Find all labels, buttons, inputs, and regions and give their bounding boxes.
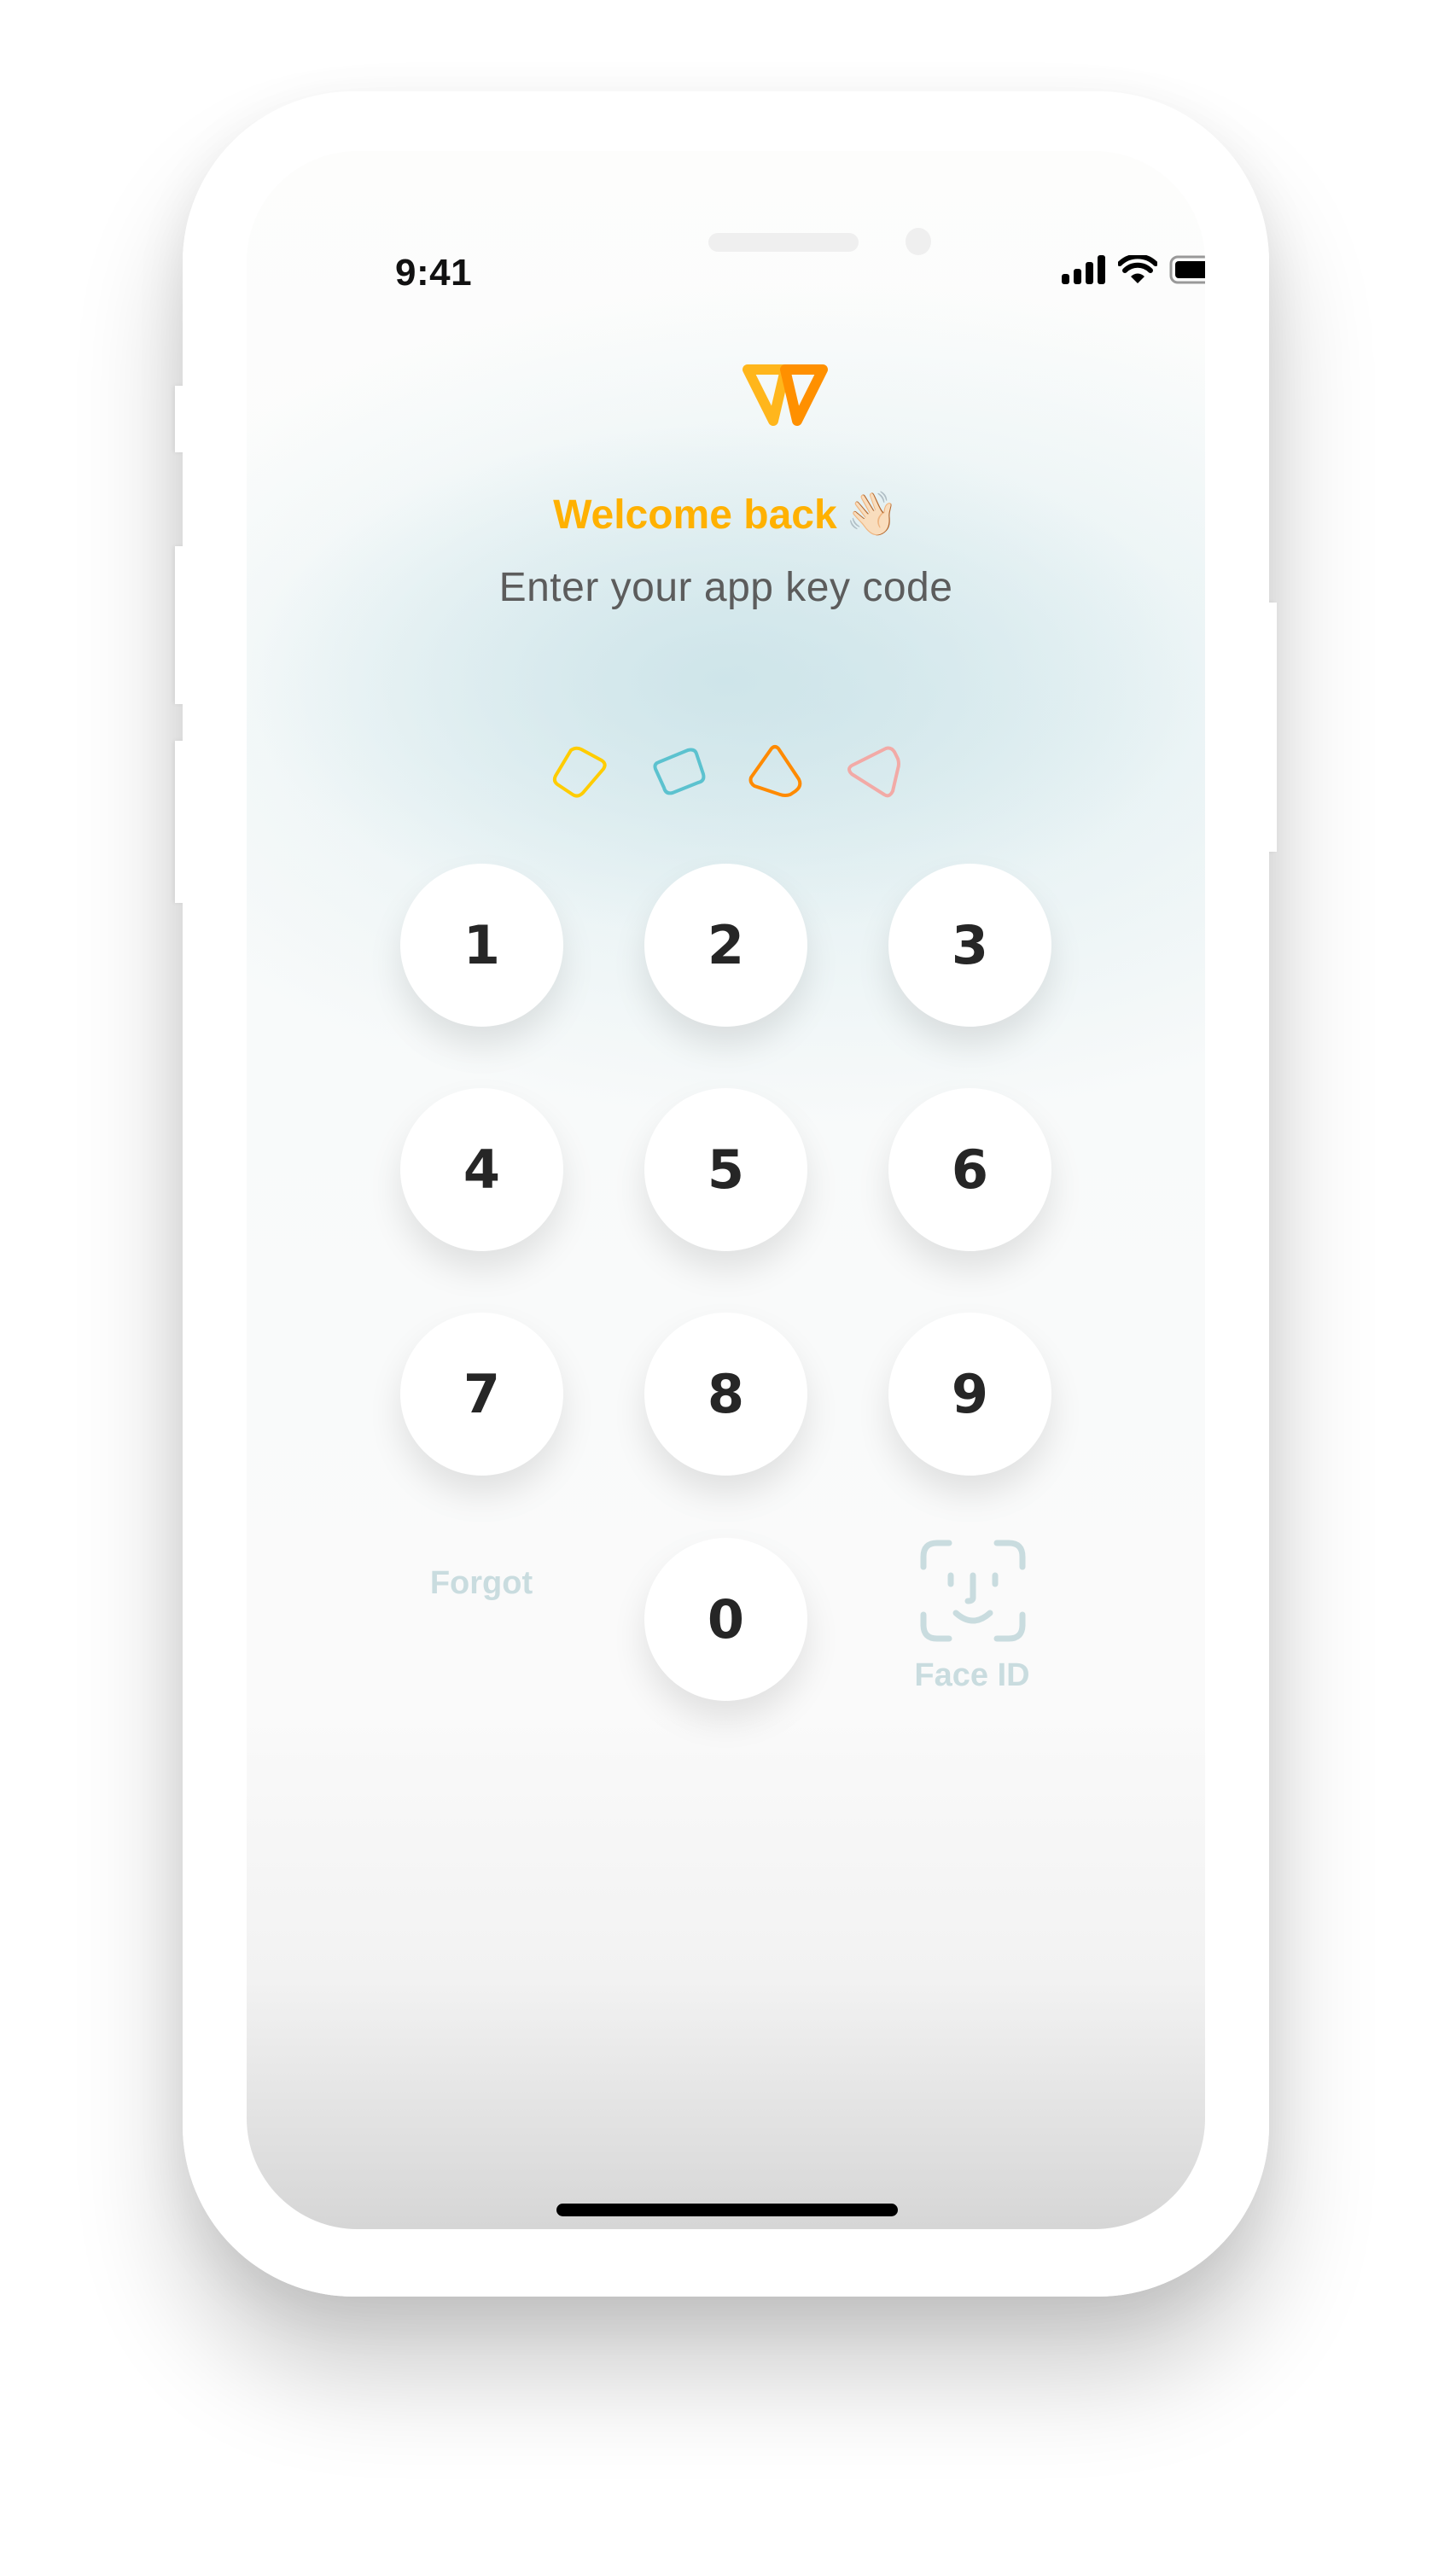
key-label: 2 — [707, 914, 745, 976]
key-label: 0 — [707, 1588, 745, 1651]
welcome-text: Welcome back — [553, 492, 837, 538]
speaker-grille — [708, 233, 859, 252]
welcome-heading: Welcome back 👋🏻 — [247, 489, 1205, 539]
status-icons — [1062, 255, 1205, 284]
key-9[interactable]: 9 — [888, 1313, 1051, 1476]
forgot-button[interactable]: Forgot — [396, 1565, 567, 1602]
code-dot-4 — [847, 746, 900, 798]
key-6[interactable]: 6 — [888, 1088, 1051, 1251]
key-2[interactable]: 2 — [644, 864, 807, 1027]
key-label: 4 — [463, 1138, 501, 1201]
waving-hand-emoji: 👋🏻 — [845, 490, 899, 538]
home-indicator[interactable] — [556, 2204, 898, 2216]
subtitle: Enter your app key code — [498, 565, 953, 610]
key-label: 1 — [463, 914, 501, 976]
key-0[interactable]: 0 — [644, 1538, 807, 1701]
w-logo-icon — [743, 364, 828, 426]
status-time: 9:41 — [395, 252, 473, 294]
key-label: 6 — [951, 1138, 989, 1201]
code-indicator — [247, 740, 1205, 817]
key-7[interactable]: 7 — [400, 1313, 563, 1476]
face-id-label[interactable]: Face ID — [870, 1657, 1075, 1694]
front-camera — [906, 228, 931, 255]
cellular-signal-icon — [1062, 255, 1105, 284]
face-id-icon[interactable] — [920, 1538, 1026, 1644]
key-5[interactable]: 5 — [644, 1088, 807, 1251]
key-label: 3 — [951, 914, 989, 976]
key-8[interactable]: 8 — [644, 1313, 807, 1476]
key-label: 7 — [463, 1363, 501, 1425]
key-label: 8 — [707, 1363, 745, 1425]
app-screen: 9:41 Welcome back 👋🏻 Enter your app key … — [247, 151, 1205, 2229]
code-dot-2 — [653, 748, 706, 795]
phone-frame: 9:41 Welcome back 👋🏻 Enter your app key … — [183, 91, 1269, 2297]
key-1[interactable]: 1 — [400, 864, 563, 1027]
key-label: 5 — [707, 1138, 745, 1201]
key-3[interactable]: 3 — [888, 864, 1051, 1027]
wifi-icon — [1118, 255, 1157, 283]
code-dot-1 — [552, 746, 607, 798]
code-dot-3 — [748, 745, 802, 797]
key-4[interactable]: 4 — [400, 1088, 563, 1251]
key-label: 9 — [951, 1363, 989, 1425]
battery-icon — [1169, 255, 1205, 284]
